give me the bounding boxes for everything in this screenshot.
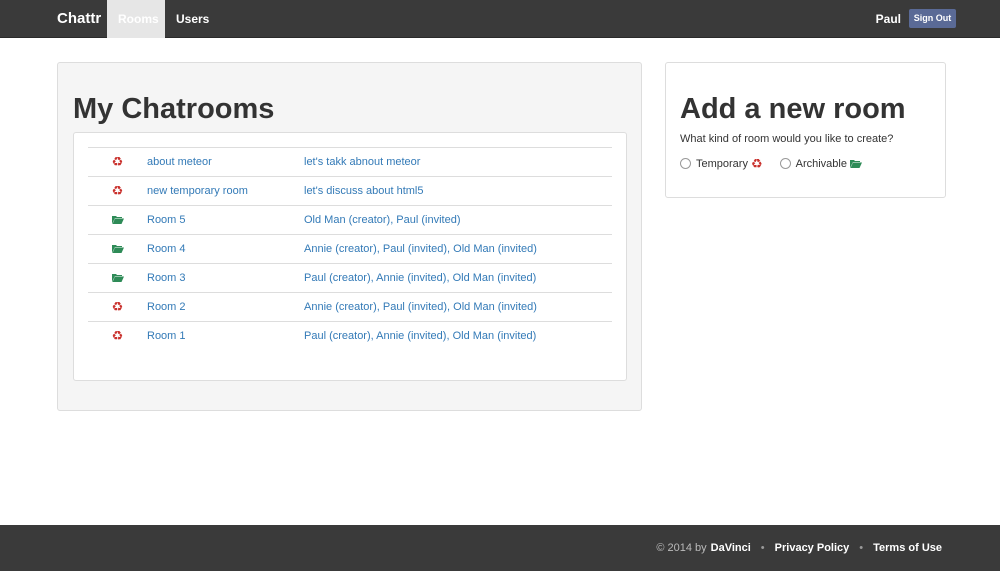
footer-content: © 2014 by DaVinci • Privacy Policy • Ter… xyxy=(656,525,942,571)
add-room-panel: Add a new room What kind of room would y… xyxy=(665,62,946,198)
rooms-list-container: ♻ about meteor let's takk abnout meteor ♻ ne… xyxy=(73,132,627,381)
sign-out-button[interactable]: Sign Out xyxy=(909,9,956,28)
room-row[interactable]: Room 3 Paul (creator), Annie (invited), O… xyxy=(88,263,612,293)
add-room-title: Add a new room xyxy=(680,93,906,125)
folder-open-icon xyxy=(111,214,124,226)
room-type-options: Temporary ♻ Archivable xyxy=(680,157,862,170)
folder-open-icon xyxy=(111,243,124,255)
recycle-icon: ♻ xyxy=(750,156,763,171)
footer-separator: • xyxy=(760,542,765,554)
current-user-name: Paul xyxy=(875,12,901,26)
room-name-link[interactable]: about meteor xyxy=(147,147,304,177)
archivable-label[interactable]: Archivable xyxy=(796,158,847,170)
room-type-cell: ♻ xyxy=(88,147,147,177)
top-navbar: Chattr Rooms Users Paul Sign Out xyxy=(0,0,1000,38)
room-name-link[interactable]: Room 2 xyxy=(147,292,304,322)
room-type-cell xyxy=(88,234,147,264)
chatrooms-panel: My Chatrooms ♻ about meteor let's takk abn… xyxy=(57,62,642,411)
nav-rooms-tab[interactable]: Rooms xyxy=(107,0,165,38)
room-description-link[interactable]: Old Man (creator), Paul (invited) xyxy=(304,205,612,235)
room-description-link[interactable]: Annie (creator), Paul (invited), Old Man… xyxy=(304,234,612,264)
page-footer: © 2014 by DaVinci • Privacy Policy • Ter… xyxy=(0,525,1000,571)
room-row[interactable]: ♻ Room 1 Paul (creator), Annie (invited), … xyxy=(88,321,612,351)
room-row[interactable]: ♻ about meteor let's takk abnout meteor xyxy=(88,147,612,177)
room-row[interactable]: Room 4 Annie (creator), Paul (invited), O… xyxy=(88,234,612,264)
room-description-link[interactable]: let's takk abnout meteor xyxy=(304,147,612,177)
room-name-link[interactable]: Room 1 xyxy=(147,321,304,351)
brand-link[interactable]: Chattr xyxy=(57,0,101,38)
rooms-table: ♻ about meteor let's takk abnout meteor ♻ ne… xyxy=(88,147,612,351)
room-row[interactable]: ♻ new temporary room let's discuss about h… xyxy=(88,176,612,206)
terms-of-use-link[interactable]: Terms of Use xyxy=(873,525,942,571)
room-description-link[interactable]: Paul (creator), Annie (invited), Old Man… xyxy=(304,263,612,293)
folder-open-icon xyxy=(111,272,124,284)
room-type-cell: ♻ xyxy=(88,292,147,322)
folder-open-icon xyxy=(849,158,862,170)
author-link[interactable]: DaVinci xyxy=(711,525,751,571)
room-name-link[interactable]: Room 4 xyxy=(147,234,304,264)
room-row[interactable]: ♻ Room 2 Annie (creator), Paul (invited), … xyxy=(88,292,612,322)
room-name-link[interactable]: Room 5 xyxy=(147,205,304,235)
room-description-link[interactable]: Paul (creator), Annie (invited), Old Man… xyxy=(304,321,612,351)
temporary-label[interactable]: Temporary xyxy=(696,158,748,170)
room-row[interactable]: Room 5 Old Man (creator), Paul (invited) xyxy=(88,205,612,235)
footer-separator: • xyxy=(859,542,864,554)
recycle-icon: ♻ xyxy=(111,299,124,314)
privacy-policy-link[interactable]: Privacy Policy xyxy=(775,525,850,571)
room-type-cell xyxy=(88,263,147,293)
copyright-text: © 2014 by xyxy=(656,542,707,554)
chatrooms-title: My Chatrooms xyxy=(73,93,275,125)
room-description-link[interactable]: let's discuss about html5 xyxy=(304,176,612,206)
room-type-cell: ♻ xyxy=(88,176,147,206)
room-name-link[interactable]: new temporary room xyxy=(147,176,304,206)
recycle-icon: ♻ xyxy=(111,154,124,169)
room-type-cell xyxy=(88,205,147,235)
recycle-icon: ♻ xyxy=(111,328,124,344)
archivable-radio[interactable] xyxy=(779,158,791,169)
room-type-cell: ♻ xyxy=(88,321,147,351)
room-description-link[interactable]: Annie (creator), Paul (invited), Old Man… xyxy=(304,292,612,322)
room-name-link[interactable]: Room 3 xyxy=(147,263,304,293)
temporary-radio[interactable] xyxy=(680,158,691,169)
nav-users-tab[interactable]: Users xyxy=(165,0,220,38)
recycle-icon: ♻ xyxy=(111,183,124,198)
room-type-question: What kind of room would you like to crea… xyxy=(680,133,894,145)
